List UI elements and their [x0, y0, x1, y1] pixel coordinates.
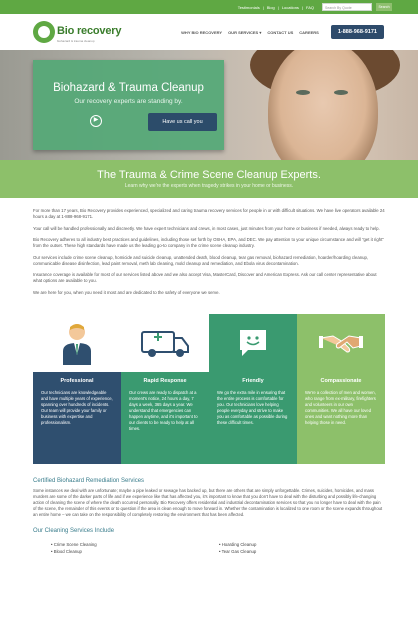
hero-photo-eye-left	[296, 90, 310, 95]
services-list-right: Hoarding Cleanup Tear Gas Cleanup	[201, 542, 369, 556]
card-professional: Professional Our technicians are knowled…	[33, 313, 121, 464]
smile-bubble-icon	[209, 313, 297, 372]
hero-banner: Biohazard & Trauma Cleanup Our recovery …	[0, 50, 418, 160]
service-item[interactable]: Blood Cleanup	[51, 549, 201, 554]
feature-cards: Professional Our technicians are knowled…	[33, 313, 385, 464]
card-title: Professional	[60, 377, 94, 384]
search-input[interactable]: Search By Quote	[322, 3, 372, 11]
band-title: The Trauma & Crime Scene Cleanup Experts…	[97, 169, 321, 181]
intro-paragraph: For more than 17 years, Bio Recovery pro…	[33, 208, 385, 219]
top-utility-bar: Testimonials | Blog | Locations | FAQ Searc…	[0, 0, 418, 14]
service-item[interactable]: Hoarding Cleanup	[219, 542, 369, 547]
intro-section: For more than 17 years, Bio Recovery pro…	[0, 198, 418, 296]
phone-button[interactable]: 1-888-968-9171	[330, 25, 384, 39]
logo[interactable]: Bio recovery biohazard & trauma cleanup	[33, 21, 121, 43]
services-list-left: Crime Scene Cleaning Blood Cleanup	[33, 542, 201, 556]
intro-paragraph: Your call will be handled professionally…	[33, 225, 380, 231]
card-rapid-response: Rapid Response Our crews are ready to di…	[121, 313, 209, 464]
handshake-icon	[297, 313, 385, 372]
services-title: Our Cleaning Services Include	[33, 527, 115, 534]
service-item[interactable]: Crime Scene Cleaning	[51, 542, 201, 547]
menu: WHY BIO RECOVERY OUR SERVICES ▾ CONTACT …	[181, 25, 384, 39]
band-subtitle: Learn why we're the experts when tragedy…	[124, 183, 294, 189]
services-list: Crime Scene Cleaning Blood Cleanup Hoard…	[33, 542, 385, 556]
card-text: Our crews are ready to dispatch at a mom…	[129, 389, 198, 431]
card-title: Compassionate	[320, 377, 362, 384]
tagline-band: The Trauma & Crime Scene Cleanup Experts…	[0, 160, 418, 198]
card-title: Rapid Response	[143, 377, 187, 384]
menu-contact-us[interactable]: CONTACT US	[267, 30, 293, 35]
intro-paragraph: Insurance coverage is available for most…	[33, 272, 377, 283]
play-video-icon[interactable]: ▶	[90, 115, 102, 127]
hero-card: Biohazard & Trauma Cleanup Our recovery …	[33, 60, 224, 150]
service-item[interactable]: Tear Gas Cleanup	[219, 549, 369, 554]
hero-photo-face	[268, 50, 378, 160]
person-tie-icon	[33, 313, 121, 372]
menu-careers[interactable]: CAREERS	[299, 30, 319, 35]
card-text: Our technicians are knowledgeable and ha…	[41, 389, 113, 425]
intro-paragraph: We are here for you, when you need it mo…	[33, 289, 220, 295]
logo-text: Bio recovery	[57, 25, 122, 37]
link-locations[interactable]: Locations	[282, 5, 299, 10]
main-nav: Bio recovery biohazard & trauma cleanup …	[0, 14, 418, 50]
menu-why-bio-recovery[interactable]: WHY BIO RECOVERY	[181, 30, 222, 35]
card-text: We're a collection of men and women, who…	[305, 389, 376, 425]
card-friendly: Friendly We go the extra mile in ensurin…	[209, 313, 297, 464]
logo-tagline: biohazard & trauma cleanup	[57, 39, 95, 43]
link-faq[interactable]: FAQ	[306, 5, 314, 10]
certified-text: Some instances we deal with are unfortun…	[33, 487, 383, 517]
call-me-button[interactable]: Have us call you	[148, 113, 217, 131]
search-button[interactable]: Search	[376, 3, 392, 11]
logo-mark-icon	[33, 21, 55, 43]
intro-paragraph: Our services include crime scene cleanup…	[33, 254, 369, 266]
utility-links: Testimonials | Blog | Locations | FAQ	[237, 4, 314, 10]
card-compassionate: Compassionate We're a collection of men …	[297, 313, 385, 464]
hero-subtitle: Our recovery experts are standing by.	[74, 98, 183, 105]
menu-our-services[interactable]: OUR SERVICES ▾	[228, 30, 261, 35]
truck-icon	[121, 313, 209, 372]
link-testimonials[interactable]: Testimonials	[238, 5, 260, 10]
hero-photo-eye-right	[334, 90, 348, 95]
hero-title: Biohazard & Trauma Cleanup	[53, 82, 204, 94]
certified-title: Certified Biohazard Remediation Services	[33, 477, 145, 484]
card-title: Friendly	[242, 377, 264, 384]
card-text: We go the extra mile in ensuring that th…	[217, 389, 288, 425]
intro-paragraph: Bio Recovery adheres to all industry bes…	[33, 237, 384, 248]
link-blog[interactable]: Blog	[267, 5, 275, 10]
